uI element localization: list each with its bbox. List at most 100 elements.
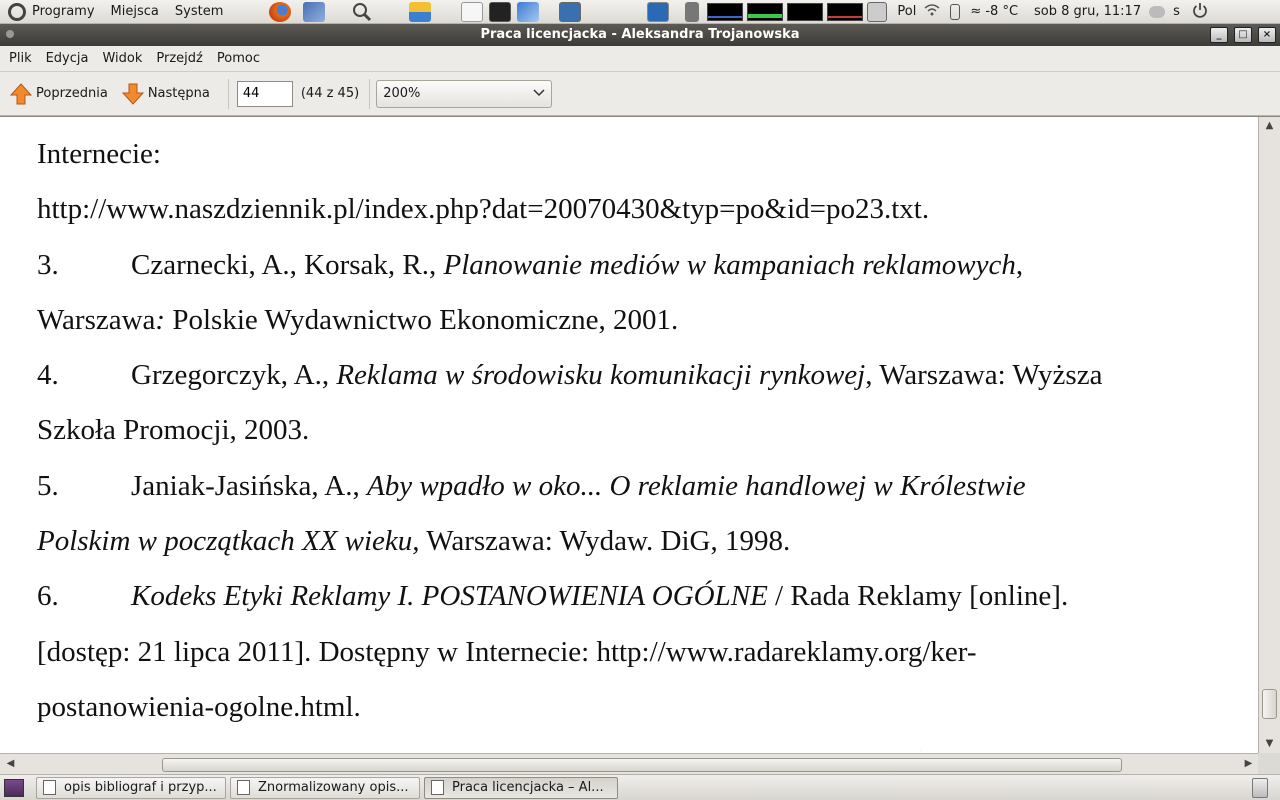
italic-text: Reklama w środowisku komunikacji rynkowe… xyxy=(336,359,866,392)
document-line: 7.Kwarciak, B., Co trzeba wiedzieć o rek… xyxy=(37,735,1227,751)
disk-graph xyxy=(827,2,864,21)
horizontal-scroll-thumb[interactable] xyxy=(162,758,1122,772)
bibliography-text: Internecie: http://www.naszdziennik.pl/in… xyxy=(37,127,1227,751)
trash-icon[interactable] xyxy=(1252,778,1268,798)
chat-icon[interactable] xyxy=(1149,5,1166,18)
task-label: Znormalizowany opis... xyxy=(258,780,409,795)
italic-text: Co trzeba wiedzieć o reklamie xyxy=(299,746,649,751)
task-label: opis bibliograf i przyp... xyxy=(64,780,217,795)
terminal-icon[interactable] xyxy=(489,1,512,22)
bibliography-number: 7. xyxy=(37,735,131,751)
network-graph xyxy=(787,2,824,21)
menu-przejdz[interactable]: Przejdź xyxy=(149,51,209,66)
window-title: Praca licencjacka - Aleksandra Trojanows… xyxy=(480,27,800,42)
text-segment: Warszawa xyxy=(37,303,156,336)
bibliography-number: 5. xyxy=(37,469,59,502)
menu-plik[interactable]: Plik xyxy=(2,51,39,66)
cpu-graph xyxy=(707,2,744,21)
task-button-0[interactable]: opis bibliograf i przyp... xyxy=(36,776,226,799)
task-button-1[interactable]: Znormalizowany opis... xyxy=(230,776,420,799)
document-page[interactable]: Internecie: http://www.naszdziennik.pl/in… xyxy=(0,117,1258,751)
remote-desktop-icon[interactable] xyxy=(517,1,540,22)
page-number-input[interactable] xyxy=(236,80,293,107)
text-segment: / Rada Reklamy [online]. xyxy=(767,580,1069,613)
text-segment: Warszawa: Wydaw. DiG, 1998. xyxy=(419,525,791,558)
scroll-down-icon[interactable]: ▼ xyxy=(1259,735,1280,753)
close-button[interactable]: × xyxy=(1258,27,1276,43)
volume-icon[interactable] xyxy=(685,1,700,22)
maximize-button[interactable]: □ xyxy=(1234,27,1252,43)
show-desktop-icon[interactable] xyxy=(4,778,24,797)
window-menu-icon[interactable] xyxy=(6,30,14,38)
window-titlebar[interactable]: Praca licencjacka - Aleksandra Trojanows… xyxy=(0,24,1280,46)
zoom-select[interactable]: 200% xyxy=(376,79,553,108)
task-button-2[interactable]: Praca licencjacka – Al... xyxy=(424,776,618,799)
memory-graph xyxy=(747,2,784,21)
next-page-button[interactable]: Następna xyxy=(118,78,214,110)
menu-pomoc[interactable]: Pomoc xyxy=(210,51,267,66)
power-icon[interactable] xyxy=(1192,2,1208,22)
italic-text: Kodeks Etyki Reklamy I. POSTANOWIENIA OG… xyxy=(131,580,768,613)
menu-system[interactable]: System xyxy=(167,0,231,24)
document-line: 4. Grzegorczyk, A., Reklama w środowisku … xyxy=(37,348,1227,403)
vertical-scrollbar[interactable]: ▲ ▼ xyxy=(1258,117,1280,753)
text-segment: Grzegorczyk, A., xyxy=(131,359,337,392)
document-line: 3. Czarnecki, A., Korsak, R., Planowanie … xyxy=(37,238,1227,293)
bibliography-number: 4. xyxy=(37,359,59,392)
text-segment: , xyxy=(1015,248,1024,281)
document-line: [dostęp: 21 lipca 2011]. Dostępny w Inte… xyxy=(37,625,1227,680)
italic-text: Aby wpadło w oko... O reklamie handlowej… xyxy=(367,469,1026,502)
text-segment: http://www.naszdziennik.pl/index.php?dat… xyxy=(37,193,930,226)
menu-widok[interactable]: Widok xyxy=(95,51,149,66)
shapes-app-icon[interactable] xyxy=(409,1,432,22)
toolbar-separator xyxy=(369,78,371,109)
chevron-down-icon xyxy=(533,86,545,101)
text-segment: Internecie: xyxy=(37,138,161,170)
text-segment: [dostęp: 21 lipca 2011]. Dostępny w Inte… xyxy=(37,635,977,668)
document-line: postanowienia-ogolne.html. xyxy=(37,680,1227,735)
previous-page-button[interactable]: Poprzednia xyxy=(6,78,112,110)
bibliography-number: 6. xyxy=(37,580,59,613)
text-segment: postanowienia-ogolne.html. xyxy=(37,690,361,723)
menu-edycja[interactable]: Edycja xyxy=(39,51,96,66)
vertical-scroll-thumb[interactable] xyxy=(1262,689,1277,719)
monitor-icon[interactable] xyxy=(559,1,582,22)
task-label: Praca licencjacka – Al... xyxy=(452,780,604,795)
text-segment: Czarnecki, A., Korsak, R., xyxy=(131,248,444,281)
display-icon[interactable] xyxy=(867,1,888,22)
arrow-up-icon xyxy=(10,82,32,106)
network-manager-app-icon[interactable] xyxy=(303,1,326,22)
zoom-value: 200% xyxy=(383,86,421,101)
menu-programy[interactable]: Programy xyxy=(30,0,103,24)
keyboard-layout[interactable]: Pol xyxy=(893,4,920,19)
minimize-button[interactable]: _ xyxy=(1210,27,1228,43)
ubuntu-logo-icon[interactable] xyxy=(8,2,26,21)
weather-temperature[interactable]: ≈ -8 °C xyxy=(966,4,1022,19)
wifi-icon[interactable] xyxy=(924,2,940,22)
document-line: Internecie: xyxy=(37,127,1227,182)
document-line: Szkoła Promocji, 2003. xyxy=(37,403,1227,458)
menubar: Plik Edycja Widok Przejdź Pomoc xyxy=(0,46,1280,72)
battery-icon[interactable] xyxy=(950,3,961,20)
firefox-icon[interactable] xyxy=(269,1,292,22)
toolbar: Poprzednia Następna (44 z 45) 200% xyxy=(0,72,1280,116)
bottom-panel: opis bibliograf i przyp... Znormalizowan… xyxy=(0,774,1280,800)
document-icon xyxy=(43,780,56,795)
document-line: Polskim w początkach XX wieku, Warszawa:… xyxy=(37,514,1227,569)
mail-icon[interactable] xyxy=(461,1,484,22)
document-line: http://www.naszdziennik.pl/index.php?dat… xyxy=(37,182,1227,237)
scroll-left-icon[interactable]: ◀ xyxy=(0,755,21,773)
scroll-up-icon[interactable]: ▲ xyxy=(1259,117,1280,135)
next-page-label: Następna xyxy=(147,86,210,101)
user-name[interactable]: s xyxy=(1169,4,1184,19)
horizontal-scrollbar[interactable]: ◀ ▶ xyxy=(0,753,1258,774)
text-segment: , Kraków: Wydaw. Profesjonalnej xyxy=(649,746,1040,751)
scroll-right-icon[interactable]: ▶ xyxy=(1238,755,1259,773)
text-segment: Kwarciak, B., xyxy=(131,746,299,751)
clock[interactable]: sob 8 gru, 11:17 xyxy=(1030,4,1145,19)
menu-miejsca[interactable]: Miejsca xyxy=(103,0,167,24)
search-icon[interactable] xyxy=(351,2,373,22)
document-line: Warszawa: Polskie Wydawnictwo Ekonomiczn… xyxy=(37,293,1227,348)
system-monitor-icon[interactable] xyxy=(647,1,670,22)
document-viewport[interactable]: Internecie: http://www.naszdziennik.pl/in… xyxy=(0,116,1280,774)
